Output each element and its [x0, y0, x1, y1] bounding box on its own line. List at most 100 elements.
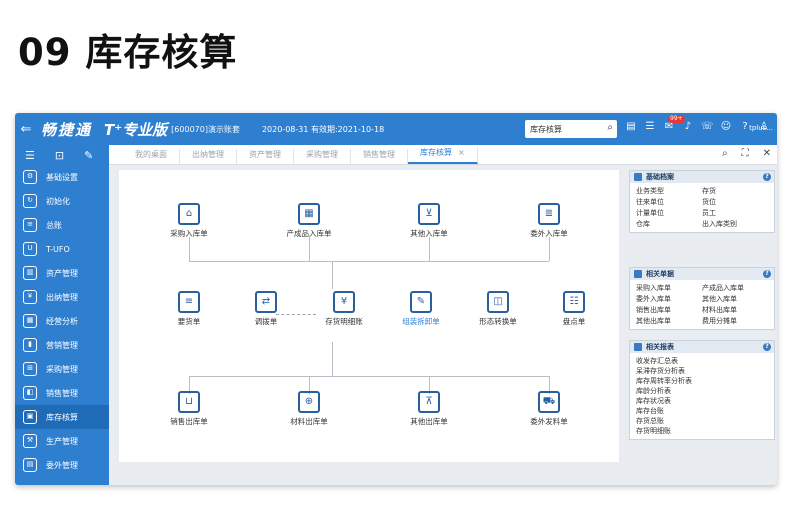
flow-node-label: 形态转换单	[479, 317, 517, 326]
sidebar-item[interactable]: U T-UFO	[15, 237, 109, 261]
panel-link[interactable]: 委外入库单	[636, 294, 702, 304]
message-icon[interactable]: ✉ 99+	[663, 115, 685, 133]
panel-link[interactable]: 仓库	[636, 219, 702, 229]
flow-node[interactable]: ≣ 委外入库单	[514, 203, 584, 239]
tab-cashier[interactable]: 出纳管理	[180, 149, 237, 164]
flow-node[interactable]: ◫ 形态转换单	[463, 291, 533, 327]
sidebar-item-active[interactable]: ▣ 库存核算	[15, 405, 109, 429]
panel-link[interactable]: 业务类型	[636, 186, 702, 196]
help-icon[interactable]: ?	[763, 343, 771, 351]
sidebar-item[interactable]: ▮ 营销管理	[15, 333, 109, 357]
sidebar-item[interactable]: ¥ 出纳管理	[15, 285, 109, 309]
panel-link[interactable]: 出入库类别	[702, 219, 768, 229]
sidebar-item[interactable]: ≡ 总账	[15, 213, 109, 237]
brand-logo: 畅捷通	[41, 120, 93, 139]
transfer-icon: ⇄	[255, 291, 277, 313]
app-window: ⇐ 畅捷通 T⁺专业版 [600070]演示账套 2020-08-31 有效期:…	[15, 113, 777, 485]
sidebar-item[interactable]: ▦ 经营分析	[15, 309, 109, 333]
layout-icon[interactable]: ⊡	[55, 149, 64, 165]
sidebar-item[interactable]: ⚒ 生产管理	[15, 429, 109, 453]
panel-link[interactable]: 计量单位	[636, 208, 702, 218]
calculator-icon[interactable]: ▤	[625, 121, 637, 133]
search-input[interactable]: 库存核算 ⌕	[525, 120, 617, 138]
sidebar-item[interactable]: ⚙ 基础设置	[15, 165, 109, 189]
sidebar-item-label: 销售管理	[46, 388, 78, 398]
panel-link[interactable]: 费用分摊单	[702, 316, 768, 326]
panel-link[interactable]: 库龄分析表	[636, 386, 768, 396]
flow-node[interactable]: ≡ 要货单	[154, 291, 224, 327]
sidebar-item[interactable]: ▤ 委外管理	[15, 453, 109, 477]
sidebar-item[interactable]: ▥ 资产管理	[15, 261, 109, 285]
flow-node[interactable]: ⌂ 采购入库单	[154, 203, 224, 239]
panel-link[interactable]: 员工	[702, 208, 768, 218]
flow-node-label: 销售出库单	[170, 417, 208, 426]
panel-link[interactable]: 采购入库单	[636, 283, 702, 293]
list-icon[interactable]: ☰	[644, 121, 656, 133]
panel-link[interactable]: 货位	[702, 197, 768, 207]
tab-sales[interactable]: 销售管理	[351, 149, 408, 164]
panel-link[interactable]: 库存周转率分析表	[636, 376, 768, 386]
sidebar-item[interactable]: ↻ 初始化	[15, 189, 109, 213]
tray-icon: ⊔	[178, 391, 200, 413]
flow-node-selected[interactable]: ✎ 组装拆卸单	[386, 291, 456, 327]
assembly-icon: ✎	[410, 291, 432, 313]
bell-icon[interactable]: ♪	[682, 121, 694, 133]
flow-node[interactable]: ☷ 盘点单	[539, 291, 609, 327]
help-icon[interactable]: ?	[763, 173, 771, 181]
flow-node[interactable]: ⛟ 委外发料单	[514, 391, 584, 427]
back-icon[interactable]: ⇐	[17, 122, 35, 137]
building-icon: ⌂	[178, 203, 200, 225]
sidebar-item[interactable]: ⊞ 采购管理	[15, 357, 109, 381]
flow-node[interactable]: ⊻ 其他入库单	[394, 203, 464, 239]
tab-purchase[interactable]: 采购管理	[294, 149, 351, 164]
production-icon: ⚒	[23, 434, 37, 448]
outsource-icon: ▤	[23, 458, 37, 472]
panel-link[interactable]: 往来单位	[636, 197, 702, 207]
panel-link[interactable]: 库存台账	[636, 406, 768, 416]
panel-link[interactable]: 销售出库单	[636, 305, 702, 315]
panel-link[interactable]: 库存状况表	[636, 396, 768, 406]
search-icon[interactable]: ⌕	[607, 122, 613, 133]
panel-link[interactable]: 收发存汇总表	[636, 356, 768, 366]
panel-title: 相关单据	[646, 270, 674, 278]
sidebar-item-label: 库存核算	[46, 412, 78, 422]
tab-tools: ⌕ ⛶ ✕	[722, 148, 771, 159]
panel-related-docs: 相关单据? 采购入库单 产成品入库单 委外入库单 其他入库单 销售出库单 材料出…	[629, 267, 775, 330]
edit-icon[interactable]: ✎	[84, 149, 93, 165]
menu-icon[interactable]: ☰	[25, 149, 35, 165]
search-icon[interactable]: ⌕	[722, 148, 728, 159]
panel-link[interactable]: 存货明细账	[636, 426, 768, 436]
cart-icon: ⊞	[23, 362, 37, 376]
panel-link[interactable]: 产成品入库单	[702, 283, 768, 293]
convert-icon: ◫	[487, 291, 509, 313]
flow-node[interactable]: ¥ 存货明细账	[309, 291, 379, 327]
help-icon[interactable]: ?	[763, 270, 771, 278]
flow-node[interactable]: ⊕ 材料出库单	[274, 391, 344, 427]
tab-asset[interactable]: 资产管理	[237, 149, 294, 164]
tab-desktop[interactable]: 我的桌面	[123, 149, 180, 164]
flow-node[interactable]: ▦ 产成品入库单	[274, 203, 344, 239]
fullscreen-icon[interactable]: ⛶	[742, 148, 749, 159]
close-icon[interactable]: ✕	[763, 148, 771, 159]
flow-canvas: ⌂ 采购入库单 ▦ 产成品入库单 ⊻ 其他入库单 ≣ 委外入库单 ≡ 要货单 ⇄ 调拨单 ¥…	[119, 170, 619, 462]
tab-inventory[interactable]: 库存核算 ×	[408, 147, 478, 164]
panel-link[interactable]: 存货	[702, 186, 768, 196]
sidebar-item[interactable]: ◧ 销售管理	[15, 381, 109, 405]
report-icon	[634, 343, 642, 351]
panel-link[interactable]: 呆滞存货分析表	[636, 366, 768, 376]
flow-node[interactable]: ⇄ 调拨单	[231, 291, 301, 327]
service-icon[interactable]: ☺	[720, 121, 732, 133]
marketing-icon: ▮	[23, 338, 37, 352]
flow-node[interactable]: ⊔ 销售出库单	[154, 391, 224, 427]
analysis-icon: ▦	[23, 314, 37, 328]
panel-link[interactable]: 其他出库单	[636, 316, 702, 326]
user-name[interactable]: tplus...	[749, 124, 773, 132]
boxes-icon: ▦	[298, 203, 320, 225]
panel-link[interactable]: 材料出库单	[702, 305, 768, 315]
panel-title: 相关报表	[646, 343, 674, 351]
panel-link[interactable]: 存货总账	[636, 416, 768, 426]
flow-node[interactable]: ⊼ 其他出库单	[394, 391, 464, 427]
phone-icon[interactable]: ☏	[701, 121, 714, 133]
close-icon[interactable]: ×	[458, 148, 465, 157]
panel-link[interactable]: 其他入库单	[702, 294, 768, 304]
